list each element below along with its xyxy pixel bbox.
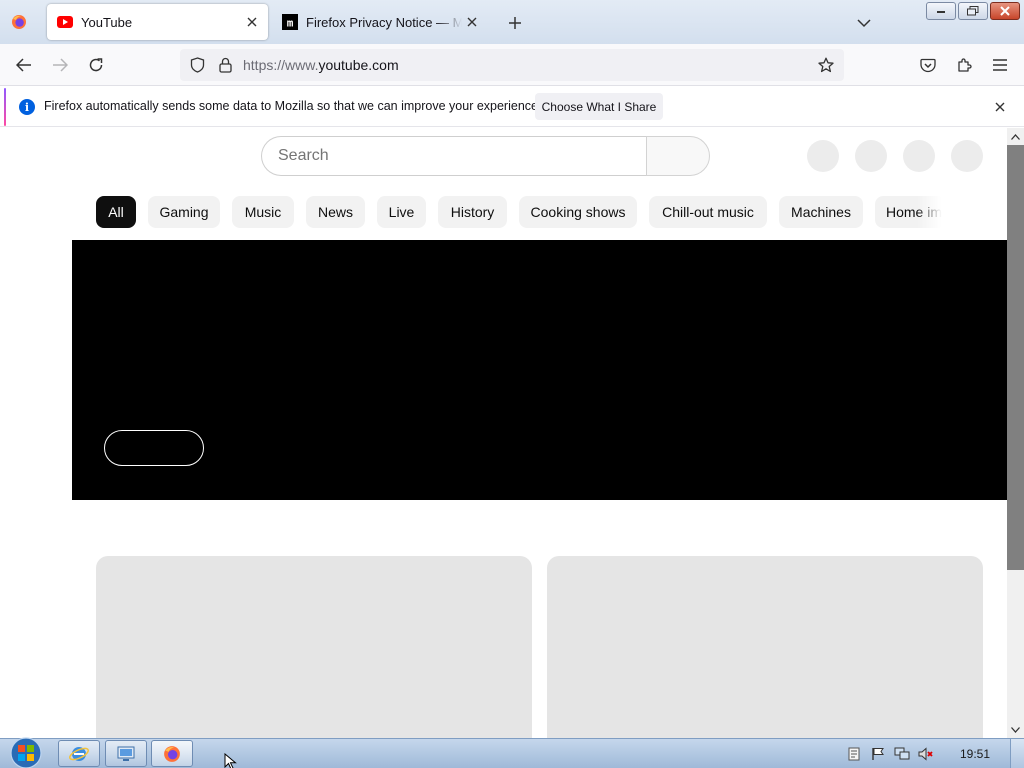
- chip-all[interactable]: All: [96, 196, 136, 228]
- reload-button[interactable]: [84, 53, 108, 77]
- tab-strip: YouTube m Firefox Privacy Notice — Mozil…: [0, 0, 1024, 44]
- url-prefix: https://www.: [243, 57, 319, 73]
- extensions-button[interactable]: [952, 53, 976, 77]
- clock[interactable]: 19:51: [960, 747, 990, 761]
- internet-explorer-icon: [69, 746, 89, 761]
- mozilla-icon: m: [282, 14, 298, 30]
- data-collection-notification: i Firefox automatically sends some data …: [0, 87, 1024, 127]
- notifications-button[interactable]: [903, 140, 935, 172]
- url-text[interactable]: https://www.youtube.com: [243, 57, 399, 73]
- minimize-icon: [937, 11, 945, 13]
- show-desktop-button[interactable]: [1010, 739, 1024, 768]
- scroll-up-arrow-icon[interactable]: [1007, 128, 1024, 145]
- reload-icon: [89, 58, 103, 72]
- back-button[interactable]: [12, 53, 36, 77]
- screen: YouTube m Firefox Privacy Notice — Mozil…: [0, 0, 1024, 768]
- chip-music[interactable]: Music: [232, 196, 294, 228]
- forward-button[interactable]: [48, 53, 72, 77]
- tab-close-icon[interactable]: [242, 12, 262, 32]
- chip-history[interactable]: History: [438, 196, 507, 228]
- shield-icon[interactable]: [188, 56, 206, 74]
- chip-cooking-shows[interactable]: Cooking shows: [519, 196, 637, 228]
- flag-icon[interactable]: [870, 746, 886, 762]
- video-thumbnail-placeholder[interactable]: [96, 556, 532, 738]
- chip-machines[interactable]: Machines: [779, 196, 863, 228]
- tab-privacy-notice[interactable]: m Firefox Privacy Notice — Mozilla: [272, 4, 488, 40]
- youtube-icon: [57, 14, 73, 30]
- app-menu-button[interactable]: [988, 53, 1012, 77]
- taskbar-internet-explorer[interactable]: [58, 740, 100, 767]
- info-icon: i: [19, 99, 35, 115]
- choose-what-i-share-button[interactable]: Choose What I Share: [535, 93, 663, 120]
- chip-gaming[interactable]: Gaming: [148, 196, 220, 228]
- video-thumbnail-placeholder[interactable]: [547, 556, 983, 738]
- chip-chill-out-music[interactable]: Chill-out music: [649, 196, 767, 228]
- list-all-tabs-button[interactable]: [852, 11, 876, 35]
- chip-home-improvement[interactable]: Home improvement: [875, 196, 945, 228]
- plus-icon: [509, 17, 521, 29]
- restore-icon: [967, 6, 979, 16]
- notification-message: Firefox automatically sends some data to…: [44, 99, 542, 113]
- url-domain: youtube.com: [318, 57, 399, 73]
- search-placeholder: Search: [278, 147, 329, 164]
- firefox-icon: [12, 15, 26, 29]
- back-arrow-icon: [16, 58, 31, 72]
- taskbar-network-app[interactable]: [105, 740, 147, 767]
- close-icon: [995, 102, 1005, 112]
- volume-muted-icon[interactable]: [918, 746, 934, 762]
- svg-text:m: m: [287, 17, 294, 30]
- mouse-cursor-icon: [224, 753, 237, 768]
- firefox-icon: [164, 745, 180, 762]
- voice-search-button[interactable]: [807, 140, 839, 172]
- action-center-icon[interactable]: [846, 746, 862, 762]
- new-tab-button[interactable]: [503, 11, 527, 35]
- page-scrollbar[interactable]: [1007, 128, 1024, 738]
- scroll-thumb[interactable]: [1007, 145, 1024, 570]
- chip-live[interactable]: Live: [377, 196, 426, 228]
- create-button[interactable]: [855, 140, 887, 172]
- start-button[interactable]: [6, 737, 46, 768]
- taskbar-firefox[interactable]: [151, 740, 193, 767]
- avatar-button[interactable]: [951, 140, 983, 172]
- tab-title: Firefox Privacy Notice — Mozilla: [306, 14, 462, 30]
- lock-icon[interactable]: [216, 56, 234, 74]
- search-button[interactable]: [646, 136, 710, 176]
- hero-banner: [72, 240, 1007, 500]
- network-icon[interactable]: [894, 746, 910, 762]
- navigation-toolbar: https://www.youtube.com: [0, 44, 1024, 86]
- restore-button[interactable]: [958, 2, 988, 20]
- tab-youtube[interactable]: YouTube: [47, 4, 268, 40]
- minimize-button[interactable]: [926, 2, 956, 20]
- pocket-icon: [920, 58, 936, 72]
- tab-close-icon[interactable]: [462, 12, 482, 32]
- close-icon: [1000, 6, 1010, 16]
- address-bar[interactable]: https://www.youtube.com: [180, 49, 844, 81]
- windows-taskbar: 19:51: [0, 737, 1024, 768]
- network-app-icon: [117, 746, 135, 761]
- window-controls: [926, 2, 1020, 20]
- hero-action-button[interactable]: [104, 430, 204, 466]
- search-input[interactable]: Search: [261, 136, 647, 176]
- puzzle-icon: [958, 58, 972, 72]
- windows-orb-icon: [10, 737, 42, 768]
- chevron-down-icon: [857, 19, 871, 28]
- chip-news[interactable]: News: [306, 196, 365, 228]
- forward-arrow-icon: [53, 58, 68, 72]
- bookmark-star-icon[interactable]: [817, 56, 835, 74]
- hamburger-menu-icon: [993, 59, 1007, 71]
- close-window-button[interactable]: [990, 2, 1020, 20]
- pocket-button[interactable]: [916, 53, 940, 77]
- youtube-page: Search All Gaming Music News Live Histor…: [0, 128, 1024, 738]
- notification-accent: [4, 88, 6, 126]
- firefox-view-button[interactable]: [6, 10, 32, 34]
- notification-close-button[interactable]: [991, 98, 1009, 116]
- tab-title: YouTube: [81, 14, 133, 30]
- scroll-down-arrow-icon[interactable]: [1007, 721, 1024, 738]
